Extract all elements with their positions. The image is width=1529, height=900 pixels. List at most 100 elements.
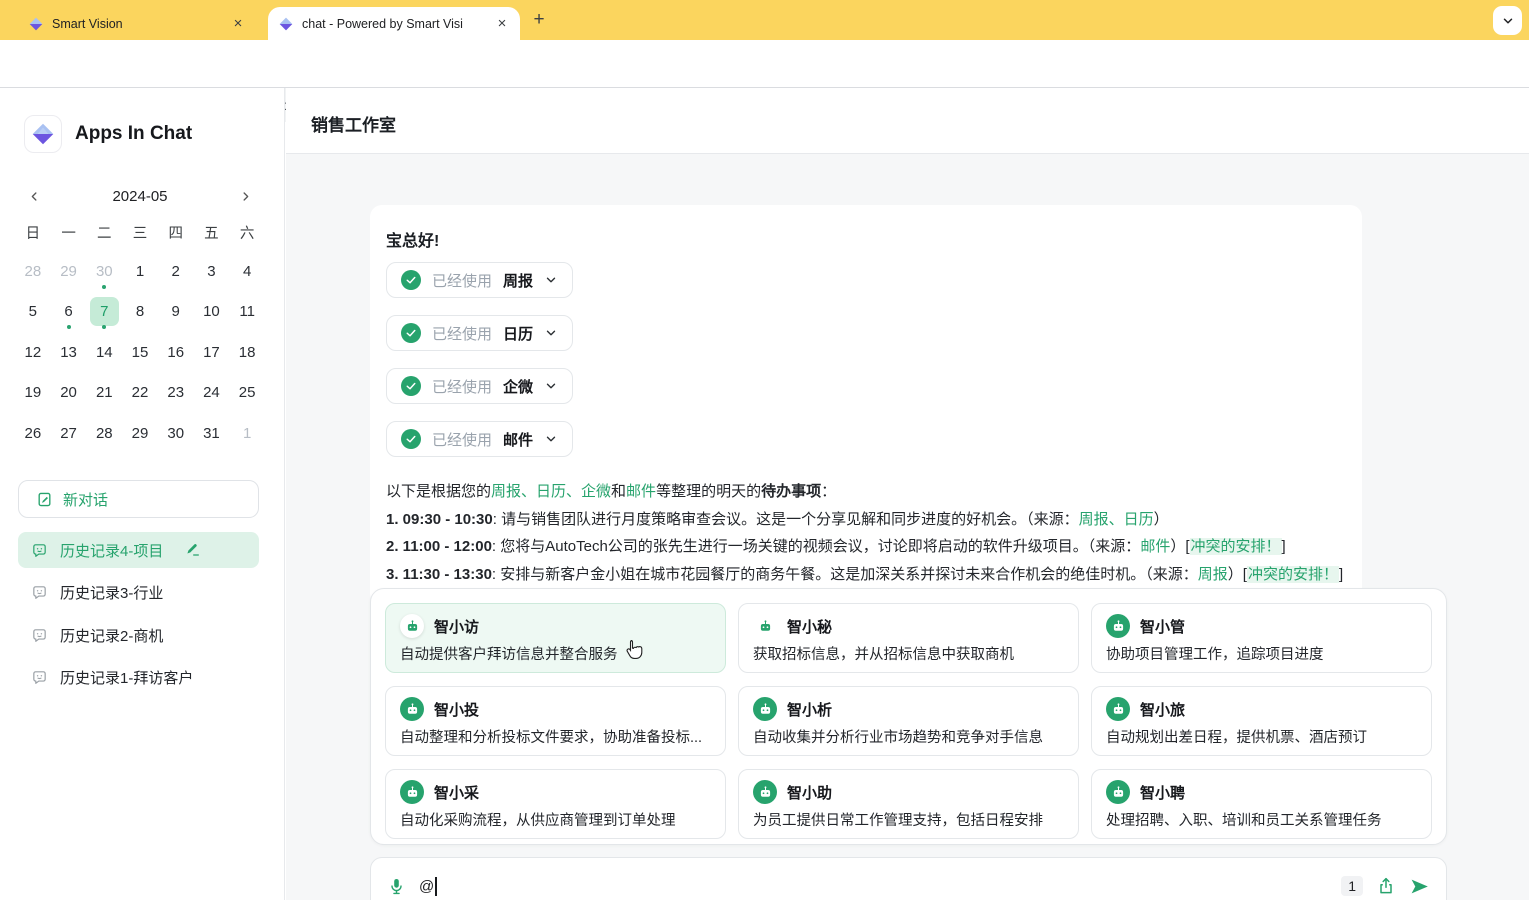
used-tool-button[interactable]: 已经使用企微	[386, 368, 573, 404]
text-caret	[435, 877, 437, 896]
day-number: 30	[90, 257, 119, 286]
calendar-day[interactable]: 2	[158, 251, 194, 292]
calendar-day[interactable]: 5	[15, 292, 51, 333]
calendar-day[interactable]: 27	[51, 413, 87, 454]
agent-card[interactable]: 智小秘获取招标信息，并从招标信息中获取商机	[738, 603, 1079, 673]
agent-card[interactable]: 智小采自动化采购流程，从供应商管理到订单处理	[385, 769, 726, 839]
calendar-day[interactable]: 25	[229, 373, 265, 414]
calendar-weekday: 二	[86, 214, 122, 251]
smart-vision-favicon	[28, 16, 44, 32]
day-number: 29	[125, 419, 154, 448]
tab-smart-vision[interactable]: Smart Vision ×	[18, 7, 256, 40]
agent-card[interactable]: 智小投自动整理和分析投标文件要求，协助准备投标...	[385, 686, 726, 756]
calendar-day[interactable]: 4	[229, 251, 265, 292]
calendar-day[interactable]: 12	[15, 332, 51, 373]
next-month-icon[interactable]	[237, 188, 254, 205]
text-segment: 冲突的安排！	[1247, 566, 1339, 583]
prev-month-icon[interactable]	[26, 188, 43, 205]
day-number: 20	[54, 378, 83, 407]
day-number: 22	[125, 378, 154, 407]
calendar-day[interactable]: 30	[158, 413, 194, 454]
history-item-label: 历史记录1-拜访客户	[60, 667, 193, 688]
chevron-down-icon	[1501, 14, 1515, 28]
calendar-day[interactable]: 24	[194, 373, 230, 414]
agent-description: 协助项目管理工作，追踪项目进度	[1106, 643, 1417, 664]
chat-bubble-icon	[31, 627, 48, 644]
calendar-day[interactable]: 1	[229, 413, 265, 454]
robot-icon	[1106, 697, 1130, 721]
calendar-day[interactable]: 29	[122, 413, 158, 454]
used-tool-button[interactable]: 已经使用日历	[386, 315, 573, 351]
calendar-day[interactable]: 28	[15, 251, 51, 292]
calendar-weekday: 五	[194, 214, 230, 251]
calendar-day[interactable]: 7	[86, 292, 122, 333]
calendar-day[interactable]: 11	[229, 292, 265, 333]
calendar-day[interactable]: 14	[86, 332, 122, 373]
calendar-day[interactable]: 8	[122, 292, 158, 333]
calendar-day[interactable]: 13	[51, 332, 87, 373]
agent-card[interactable]: 智小聘处理招聘、入职、培训和员工关系管理任务	[1091, 769, 1432, 839]
day-number: 2	[161, 257, 190, 286]
agent-card[interactable]: 智小管协助项目管理工作，追踪项目进度	[1091, 603, 1432, 673]
robot-icon	[753, 614, 777, 638]
edit-pencil-icon[interactable]	[185, 542, 201, 558]
calendar-day[interactable]: 21	[86, 373, 122, 414]
upload-icon[interactable]	[1376, 876, 1396, 896]
agent-card[interactable]: 智小析自动收集并分析行业市场趋势和竞争对手信息	[738, 686, 1079, 756]
history-item[interactable]: 历史记录4-项目	[18, 532, 259, 568]
new-tab-icon[interactable]: +	[528, 9, 550, 31]
calendar-day[interactable]: 18	[229, 332, 265, 373]
calendar-day[interactable]: 23	[158, 373, 194, 414]
calendar-day[interactable]: 22	[122, 373, 158, 414]
agent-card-header: 智小投	[400, 697, 711, 721]
robot-icon	[400, 780, 424, 804]
text-segment: : 安排与新客户金小姐在城市花园餐厅的商务午餐。这是加深关系并探讨未来合作机会的…	[492, 566, 1198, 583]
history-list: 历史记录4-项目历史记录3-行业历史记录2-商机历史记录1-拜访客户	[18, 532, 259, 702]
history-item[interactable]: 历史记录2-商机	[18, 617, 259, 653]
message-input-bar[interactable]: @ 1	[370, 857, 1447, 900]
mic-icon[interactable]	[387, 877, 406, 896]
event-dot	[67, 325, 71, 329]
robot-icon	[400, 614, 424, 638]
agent-card[interactable]: 智小访自动提供客户拜访信息并整合服务	[385, 603, 726, 673]
agent-card[interactable]: 智小助为员工提供日常工作管理支持，包括日程安排	[738, 769, 1079, 839]
calendar-day[interactable]: 3	[194, 251, 230, 292]
agent-name: 智小投	[434, 699, 479, 720]
calendar-grid: 日一二三四五六282930123456789101112131415161718…	[15, 214, 265, 454]
used-tool-button[interactable]: 已经使用周报	[386, 262, 573, 298]
send-icon[interactable]	[1409, 876, 1430, 897]
day-number: 17	[197, 338, 226, 367]
agent-card-header: 智小秘	[753, 614, 1064, 638]
agent-card-header: 智小聘	[1106, 780, 1417, 804]
history-item[interactable]: 历史记录1-拜访客户	[18, 660, 259, 696]
calendar-day[interactable]: 15	[122, 332, 158, 373]
calendar-day[interactable]: 17	[194, 332, 230, 373]
calendar-day[interactable]: 16	[158, 332, 194, 373]
tab-search-button[interactable]	[1493, 6, 1522, 35]
new-chat-button[interactable]: 新对话	[18, 480, 259, 518]
calendar-day[interactable]: 9	[158, 292, 194, 333]
calendar-day[interactable]: 28	[86, 413, 122, 454]
calendar-day[interactable]: 26	[15, 413, 51, 454]
used-tool-button[interactable]: 已经使用邮件	[386, 421, 573, 457]
day-number: 1	[233, 419, 262, 448]
agents-panel: 智小访自动提供客户拜访信息并整合服务智小秘获取招标信息，并从招标信息中获取商机智…	[370, 588, 1447, 845]
calendar-day[interactable]: 30	[86, 251, 122, 292]
history-item[interactable]: 历史记录3-行业	[18, 575, 259, 611]
calendar-day[interactable]: 10	[194, 292, 230, 333]
text-segment: 1. 09:30 - 10:30	[386, 511, 493, 528]
calendar-day[interactable]: 19	[15, 373, 51, 414]
calendar-day[interactable]: 6	[51, 292, 87, 333]
tab-close-icon[interactable]: ×	[494, 16, 510, 32]
tab-close-icon[interactable]: ×	[230, 16, 246, 32]
calendar-day[interactable]: 31	[194, 413, 230, 454]
tab-bar: Smart Vision × chat - Powered by Smart V…	[0, 0, 1529, 40]
message-input[interactable]: @	[419, 877, 437, 896]
main-header: 销售工作室	[286, 88, 1529, 154]
tab-title: Smart Vision	[52, 17, 222, 31]
tab-chat[interactable]: chat - Powered by Smart Visi ×	[268, 7, 520, 40]
agent-card[interactable]: 智小旅自动规划出差日程，提供机票、酒店预订	[1091, 686, 1432, 756]
calendar-day[interactable]: 1	[122, 251, 158, 292]
calendar-day[interactable]: 29	[51, 251, 87, 292]
calendar-day[interactable]: 20	[51, 373, 87, 414]
